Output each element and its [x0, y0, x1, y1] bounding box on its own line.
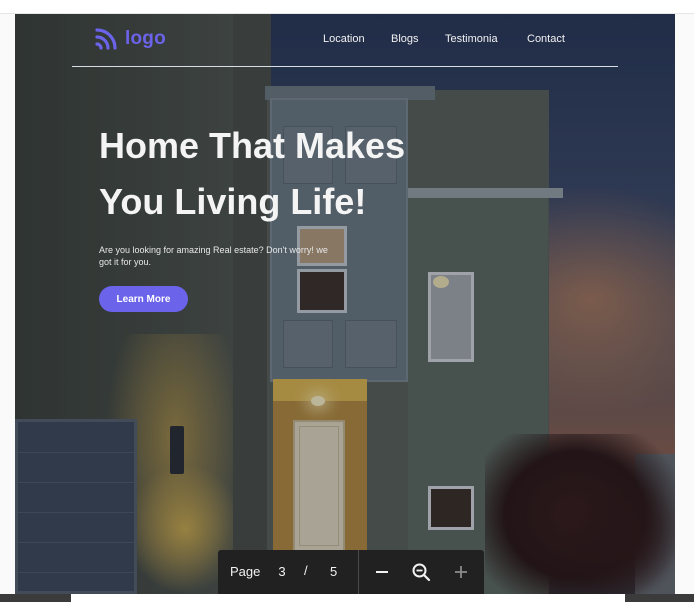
nav-divider — [72, 66, 618, 67]
page-label: Page — [230, 564, 261, 579]
page-toolbar: Page 3 / 5 — [218, 550, 484, 594]
hero-title-line-2: You Living Life! — [99, 181, 367, 222]
next-page-edge — [71, 594, 625, 602]
learn-more-button[interactable]: Learn More — [99, 286, 188, 312]
zoom-fit-button[interactable] — [409, 560, 433, 584]
viewer-top-strip — [0, 0, 694, 14]
nav-link-contact[interactable]: Contact — [527, 33, 587, 45]
plus-icon — [455, 566, 467, 578]
logo-text: logo — [125, 28, 166, 49]
nav-link-blogs[interactable]: Blogs — [391, 33, 431, 45]
nav-link-testimonial[interactable]: Testimonia — [445, 33, 515, 45]
toolbar-divider — [358, 550, 359, 594]
total-pages: 5 — [330, 564, 338, 579]
minus-icon — [376, 571, 388, 573]
hero-subtitle: Are you looking for amazing Real estate?… — [99, 245, 328, 267]
slide-page: logo Location Blogs Testimonia Contact H… — [15, 14, 675, 594]
page-separator: / — [304, 563, 308, 578]
pdf-viewer: logo Location Blogs Testimonia Contact H… — [0, 0, 694, 602]
site-logo[interactable]: logo — [93, 26, 166, 52]
rss-signal-icon — [95, 28, 117, 50]
hero-title-line-1: Home That Makes — [99, 125, 406, 166]
zoom-icon — [412, 563, 431, 582]
current-page-input[interactable]: 3 — [272, 562, 292, 582]
nav-link-location[interactable]: Location — [323, 33, 383, 45]
site-nav: logo Location Blogs Testimonia Contact — [15, 14, 675, 68]
zoom-out-button[interactable] — [370, 560, 394, 584]
hero-title: Home That Makes You Living Life! — [99, 118, 519, 230]
zoom-in-button[interactable] — [449, 560, 473, 584]
